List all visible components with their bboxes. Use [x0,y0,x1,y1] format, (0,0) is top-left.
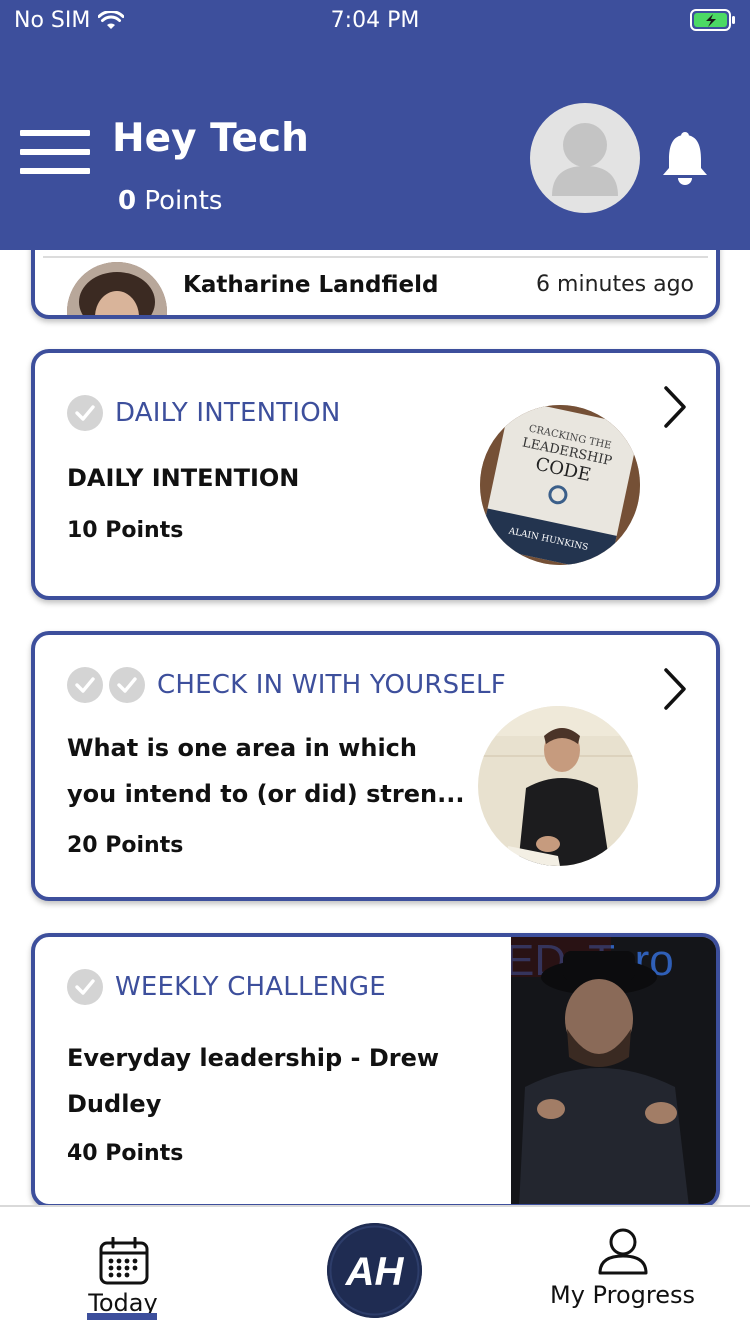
speaker-video-image: EDxToro [511,937,716,1204]
card-title-line: DAILY INTENTION [67,464,300,492]
status-time: 7:04 PM [330,8,420,33]
post-author-name: Katharine Landfield [183,272,439,298]
weekly-challenge-card[interactable]: WEEKLY CHALLENGE Everyday leadership - D… [31,933,720,1205]
post-timestamp: 6 minutes ago [536,272,694,297]
user-placeholder-icon [552,123,618,196]
completed-check-icon [67,395,103,431]
user-points: 0 Points [118,186,222,216]
card-title: Everyday leadership - Drew Dudley [67,1035,439,1127]
points-value: 0 [118,186,137,216]
book-cover-image: CRACKING THE LEADERSHIP CODE ALAIN HUNKI… [480,405,640,565]
status-bar: No SIM 7:04 PM [0,0,750,40]
category-row: CHECK IN WITH YOURSELF [67,667,506,703]
completed-check-icon [67,667,103,703]
card-title-line: What is one area in which [67,734,417,762]
author-photo-image [67,262,167,315]
man-writing-image [478,706,638,866]
app-logo-button[interactable]: AH [327,1223,422,1318]
check-in-card[interactable]: CHECK IN WITH YOURSELF What is one area … [31,631,720,901]
card-points: 40 Points [67,1141,184,1166]
points-label: Points [144,186,223,216]
activity-feed[interactable]: Katharine Landfield 6 minutes ago DAILY … [0,250,750,1205]
recent-post-card[interactable]: Katharine Landfield 6 minutes ago [31,250,720,319]
author-avatar [67,262,167,315]
card-title-line: Everyday leadership - Drew [67,1044,440,1072]
notifications-bell-icon[interactable] [658,130,712,186]
active-tab-indicator [87,1313,157,1320]
card-points: 20 Points [67,833,184,858]
menu-bar [20,149,90,155]
user-outline-icon [598,1228,648,1275]
battery-charging-icon [690,9,735,31]
tab-my-progress-label: My Progress [550,1281,695,1309]
menu-bar [20,168,90,174]
completed-check-icon [109,667,145,703]
card-title-line: you intend to (or did) stren... [67,780,465,808]
greeting-title: Hey Tech [112,116,309,161]
ah-logo-icon: AH [327,1223,422,1318]
category-label: WEEKLY CHALLENGE [115,972,386,1002]
bottom-tab-bar: Today AH My Progress [0,1205,750,1334]
category-row: DAILY INTENTION [67,395,341,431]
card-title: What is one area in which you intend to … [67,725,464,817]
category-row: WEEKLY CHALLENGE [67,969,386,1005]
calendar-icon [99,1237,149,1285]
menu-bar [20,130,90,136]
app-header: No SIM 7:04 PM Hey Tech 0 Points [0,0,750,250]
category-label: DAILY INTENTION [115,398,341,428]
profile-avatar-button[interactable] [530,103,640,213]
card-title-line: Dudley [67,1090,162,1118]
daily-intention-card[interactable]: DAILY INTENTION DAILY INTENTION 10 Point… [31,349,720,600]
logo-text: AH [345,1250,405,1294]
category-label: CHECK IN WITH YOURSELF [157,670,506,700]
card-title: DAILY INTENTION [67,455,299,501]
completed-check-icon [67,969,103,1005]
divider [43,256,708,258]
card-points: 10 Points [67,518,184,543]
chevron-right-icon[interactable] [662,667,688,711]
chevron-right-icon[interactable] [662,385,688,429]
tab-my-progress[interactable]: My Progress [535,1227,710,1327]
tab-today[interactable]: Today [80,1237,170,1327]
hamburger-menu-button[interactable] [20,130,90,180]
